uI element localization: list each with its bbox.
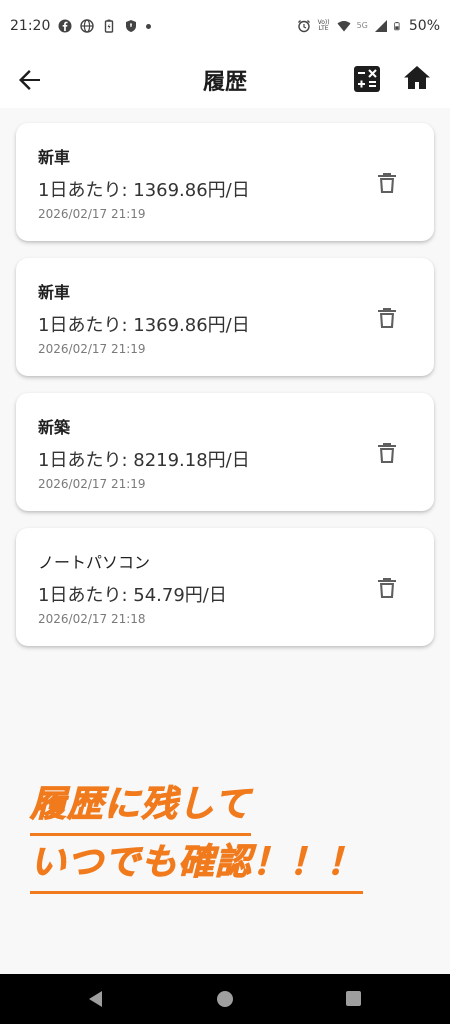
facebook-icon	[58, 19, 72, 33]
history-card[interactable]: 新車 1日あたり: 1369.86円/日 2026/02/17 21:19	[16, 258, 434, 376]
delete-icon[interactable]	[372, 573, 402, 603]
item-name: ノートパソコン	[38, 553, 151, 572]
signal-icon	[374, 20, 387, 32]
delete-icon[interactable]	[372, 303, 402, 333]
delete-icon[interactable]	[372, 438, 402, 468]
page-title: 履歴	[202, 70, 247, 95]
history-list: 新車 1日あたり: 1369.86円/日 2026/02/17 21:19 新車…	[16, 123, 434, 663]
timestamp: 2026/02/17 21:19	[38, 342, 146, 356]
status-right: Vo)) LTE 5G 50%	[297, 18, 440, 34]
nav-back-icon[interactable]	[86, 989, 104, 1009]
home-icon[interactable]	[401, 62, 433, 94]
volte-indicator: Vo)) LTE	[317, 19, 330, 32]
battery-icon	[394, 22, 400, 31]
globe-icon	[80, 19, 95, 33]
promo-line-1: 履歴に残して	[30, 778, 251, 836]
wifi-icon	[337, 21, 351, 32]
nav-home-icon[interactable]	[217, 991, 233, 1007]
daily-cost: 1日あたり: 54.79円/日	[38, 585, 227, 606]
promo-caption: 履歴に残して いつでも確認！！！	[29, 778, 390, 894]
item-name: 新車	[38, 283, 71, 302]
notification-dot-icon	[146, 23, 152, 29]
battery-level: 50%	[408, 18, 440, 34]
timestamp: 2026/02/17 21:19	[38, 477, 146, 491]
system-nav-bar	[0, 974, 450, 1024]
timestamp: 2026/02/17 21:18	[38, 612, 146, 626]
status-left: 21:20	[10, 18, 152, 34]
daily-cost: 1日あたり: 1369.86円/日	[38, 315, 250, 336]
history-card[interactable]: 新築 1日あたり: 8219.18円/日 2026/02/17 21:19	[16, 393, 434, 511]
item-name: 新車	[38, 148, 71, 167]
item-name: 新築	[38, 418, 71, 437]
calculator-icon[interactable]	[352, 64, 382, 94]
history-card[interactable]: 新車 1日あたり: 1369.86円/日 2026/02/17 21:19	[16, 123, 434, 241]
promo-line-2: いつでも確認！！！	[29, 836, 364, 894]
network-type: 5G	[356, 21, 368, 30]
app-bar: 履歴	[0, 52, 450, 108]
alarm-icon	[297, 20, 310, 33]
daily-cost: 1日あたり: 8219.18円/日	[38, 450, 250, 471]
shield-icon	[126, 20, 137, 32]
battery-saver-icon	[105, 19, 114, 33]
timestamp: 2026/02/17 21:19	[38, 207, 146, 221]
delete-icon[interactable]	[372, 168, 402, 198]
status-bar: 21:20 Vo)) LTE 5G 50%	[0, 0, 450, 52]
daily-cost: 1日あたり: 1369.86円/日	[38, 180, 250, 201]
history-card[interactable]: ノートパソコン 1日あたり: 54.79円/日 2026/02/17 21:18	[16, 528, 434, 646]
nav-recents-icon[interactable]	[346, 991, 361, 1006]
status-time: 21:20	[10, 18, 51, 34]
